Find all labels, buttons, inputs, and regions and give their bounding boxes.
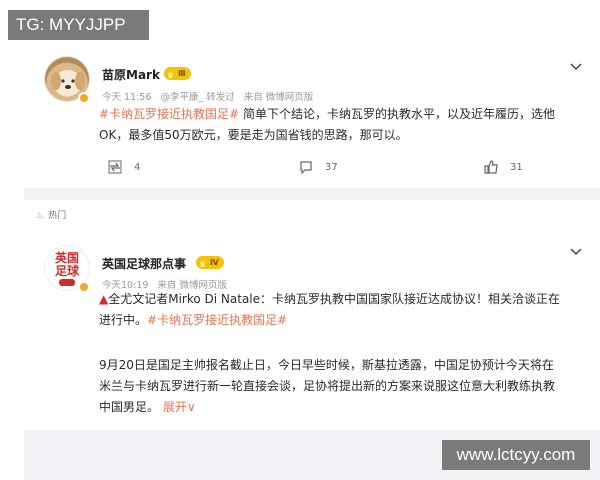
post-body: ▲全尤文记者Mirko Di Natale：卡纳瓦罗执教中国国家队接近达成协议！… [99, 292, 561, 327]
post-source: 来自 微博网页版 [243, 92, 314, 103]
post-actions: 4 37 31 [24, 160, 600, 182]
weibo-post-2: ♨ 热门 英国 足球 英国足球那点事 ♛ Ⅳ 今天10:19 来自 微博网页版 ▲全… [24, 200, 600, 430]
post-meta: 今天 11:56 @李平康_ 转发过 来自 微博网页版 [102, 89, 313, 103]
level-badge: ♛ Ⅳ [196, 256, 224, 269]
chevron-down-icon[interactable] [570, 60, 582, 74]
post-body: #卡纳瓦罗接近执教国足# 简单下个结论，卡纳瓦罗的执教水平，以及近年履历，选他 … [99, 107, 555, 142]
crown-icon: ♛ [199, 260, 207, 269]
avatar-text: 足球 [54, 264, 79, 278]
crown-icon: ♛ [167, 71, 175, 80]
repost-button[interactable]: 4 [108, 160, 140, 174]
alarm-icon: ▲ [99, 292, 109, 306]
comment-icon [300, 161, 312, 174]
repost-icon [108, 160, 122, 174]
post-divider [24, 188, 600, 200]
hashtag-link[interactable]: #卡纳瓦罗接近执教国足# [147, 313, 287, 327]
expand-link[interactable]: 展开∨ [163, 400, 196, 414]
level-badge: ♛ Ⅲ [164, 67, 191, 80]
post-author[interactable]: 苗原Mark [102, 66, 160, 83]
post-body-para2: 9月20日是国足主帅报名截止日，今日早些时候，斯基拉透露，中国足协预计今天将在 … [99, 358, 556, 414]
hot-label: ♨ 热门 [36, 211, 67, 221]
thumbs-up-icon [484, 160, 498, 174]
flame-icon: ♨ [36, 211, 45, 221]
site-watermark: www.lctcyy.com [442, 440, 590, 470]
post-author[interactable]: 英国足球那点事 [102, 255, 186, 272]
verified-badge-icon [78, 281, 90, 293]
telegram-watermark: TG: MYYJJPP [8, 10, 149, 40]
chevron-down-icon[interactable] [570, 245, 582, 259]
repost-by[interactable]: @李平康_ 转发过 [160, 92, 234, 103]
post-time[interactable]: 今天 11:56 [102, 92, 151, 103]
like-button[interactable]: 31 [484, 160, 523, 174]
comment-button[interactable]: 37 [299, 160, 338, 174]
hashtag-link[interactable]: #卡纳瓦罗接近执教国足# [99, 107, 239, 121]
football-icon [59, 279, 75, 286]
verified-badge-icon [78, 92, 90, 104]
